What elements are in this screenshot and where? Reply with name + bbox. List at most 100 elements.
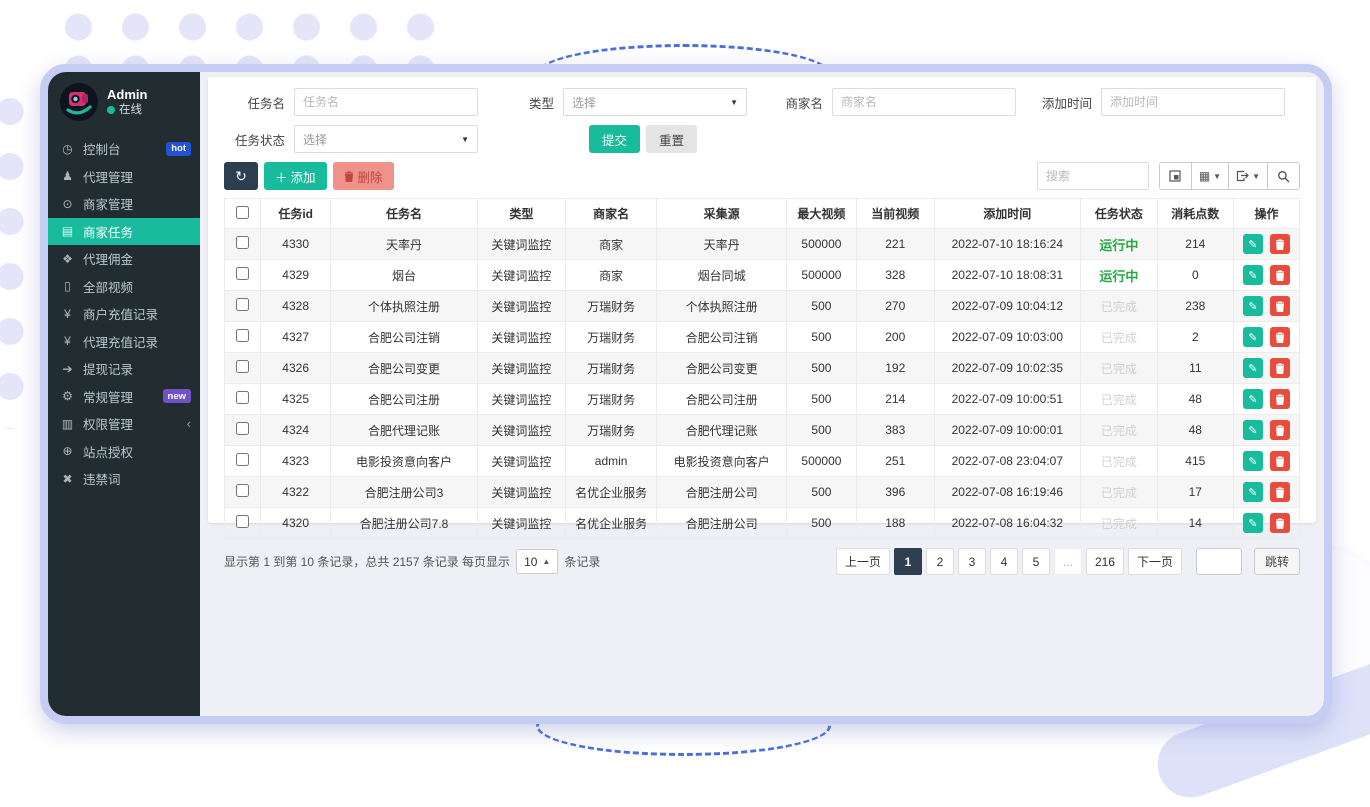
sidebar-item[interactable]: ⊕ 站点授权 [48,438,200,466]
edit-row-button[interactable]: ✎ [1243,420,1263,440]
prev-page-button[interactable]: 上一页 [836,548,890,575]
columns-grid-icon: ▦ [1199,169,1210,183]
edit-row-button[interactable]: ✎ [1243,234,1263,254]
delete-row-button[interactable] [1270,265,1290,285]
row-checkbox[interactable] [236,484,249,497]
jump-button[interactable]: 跳转 [1254,548,1300,575]
page-size-select[interactable]: 10 ▲ [516,549,558,574]
magnifier-icon [1277,170,1290,183]
sidebar-item[interactable]: ❖ 代理佣金 [48,245,200,273]
sidebar-item[interactable]: ▯ 全部视频 [48,273,200,301]
cell-source: 合肥公司注销 [657,322,787,353]
jump-page-input[interactable] [1196,548,1242,575]
sidebar-item[interactable]: ♟ 代理管理 [48,163,200,191]
delete-row-button[interactable] [1270,296,1290,316]
sidebar-item[interactable]: ⊙ 商家管理 [48,190,200,218]
agents-icon: ♟ [60,169,75,183]
page-button[interactable]: ... [1054,548,1082,575]
row-checkbox[interactable] [236,360,249,373]
submit-button[interactable]: 提交 [589,125,640,153]
delete-row-button[interactable] [1270,358,1290,378]
sidebar-item[interactable]: ¥ 代理充值记录 [48,328,200,356]
task-status-select[interactable]: 选择 ▼ [294,125,478,153]
sidebar-item[interactable]: ▤ 商家任务 [48,218,200,246]
row-checkbox[interactable] [236,422,249,435]
sidebar-item[interactable]: ◷ 控制台 hot [48,135,200,163]
reset-button[interactable]: 重置 [646,125,697,153]
page-button[interactable]: 216 [1086,548,1124,575]
select-all-checkbox[interactable] [236,206,249,219]
delete-selected-button[interactable]: 删除 [333,162,394,190]
page-button[interactable]: 5 [1022,548,1050,575]
sidebar-item[interactable]: ¥ 商户充值记录 [48,300,200,328]
row-checkbox[interactable] [236,298,249,311]
trash-icon [1275,487,1285,498]
merchant-input[interactable] [832,88,1016,116]
edit-row-button[interactable]: ✎ [1243,327,1263,347]
edit-row-button[interactable]: ✎ [1243,451,1263,471]
cell-source: 电影投资意向客户 [657,446,787,477]
cell-status: 已完成 [1081,384,1157,415]
add-button[interactable]: ＋添加 [264,162,327,190]
row-checkbox[interactable] [236,391,249,404]
status-badge: 已完成 [1101,517,1137,531]
cell-task-id: 4329 [261,260,331,291]
add-time-input[interactable] [1101,88,1285,116]
edit-row-button[interactable]: ✎ [1243,265,1263,285]
cell-source: 合肥注册公司 [657,477,787,508]
next-page-button[interactable]: 下一页 [1128,548,1182,575]
row-checkbox[interactable] [236,267,249,280]
merchants-icon: ⊙ [60,197,75,211]
row-checkbox[interactable] [236,236,249,249]
search-toggle-button[interactable] [1267,162,1300,190]
type-select[interactable]: 选择 ▼ [563,88,747,116]
pencil-icon: ✎ [1248,238,1257,251]
row-checkbox[interactable] [236,329,249,342]
export-button[interactable]: ▼ [1228,162,1268,190]
online-dot-icon [107,106,115,114]
cell-type: 关键词监控 [477,508,565,539]
row-checkbox[interactable] [236,453,249,466]
cell-add-time: 2022-07-09 10:02:35 [934,353,1081,384]
row-checkbox[interactable] [236,515,249,528]
columns-button[interactable]: ▦▼ [1191,162,1229,190]
sidebar-item-badge: hot [166,142,191,156]
cell-status: 运行中 [1081,229,1157,260]
cell-status: 已完成 [1081,291,1157,322]
delete-row-button[interactable] [1270,389,1290,409]
delete-row-button[interactable] [1270,420,1290,440]
search-input[interactable] [1037,162,1149,190]
edit-row-button[interactable]: ✎ [1243,358,1263,378]
trash-icon [1275,239,1285,250]
edit-row-button[interactable]: ✎ [1243,389,1263,409]
cell-merchant: 名优企业服务 [565,508,656,539]
cell-max-videos: 500000 [786,446,856,477]
edit-row-button[interactable]: ✎ [1243,513,1263,533]
page-button[interactable]: 3 [958,548,986,575]
edit-row-button[interactable]: ✎ [1243,296,1263,316]
page-button[interactable]: 4 [990,548,1018,575]
delete-row-button[interactable] [1270,482,1290,502]
filter-type: 类型 选择 ▼ [493,88,762,116]
delete-row-button[interactable] [1270,513,1290,533]
task-name-input[interactable] [294,88,478,116]
sidebar-item[interactable]: ✖ 违禁词 [48,465,200,493]
edit-row-button[interactable]: ✎ [1243,482,1263,502]
sidebar-item[interactable]: ⚙ 常规管理 new [48,383,200,411]
page-button[interactable]: 1 [894,548,922,575]
page-button[interactable]: 2 [926,548,954,575]
sidebar-item[interactable]: ▥ 权限管理 ‹ [48,410,200,438]
cell-task-id: 4323 [261,446,331,477]
header-checkbox-cell [225,199,261,229]
delete-row-button[interactable] [1270,234,1290,254]
cell-checkbox [225,446,261,477]
cell-actions: ✎ [1234,508,1300,539]
sidebar-item[interactable]: ➔ 提现记录 [48,355,200,383]
refresh-button[interactable]: ↻ [224,162,258,190]
delete-row-button[interactable] [1270,451,1290,471]
cell-add-time: 2022-07-08 16:19:46 [934,477,1081,508]
pagination-toggle-button[interactable] [1159,162,1192,190]
delete-row-button[interactable] [1270,327,1290,347]
merchant-recharge-icon: ¥ [60,307,75,321]
cell-task-name: 合肥公司注册 [331,384,478,415]
